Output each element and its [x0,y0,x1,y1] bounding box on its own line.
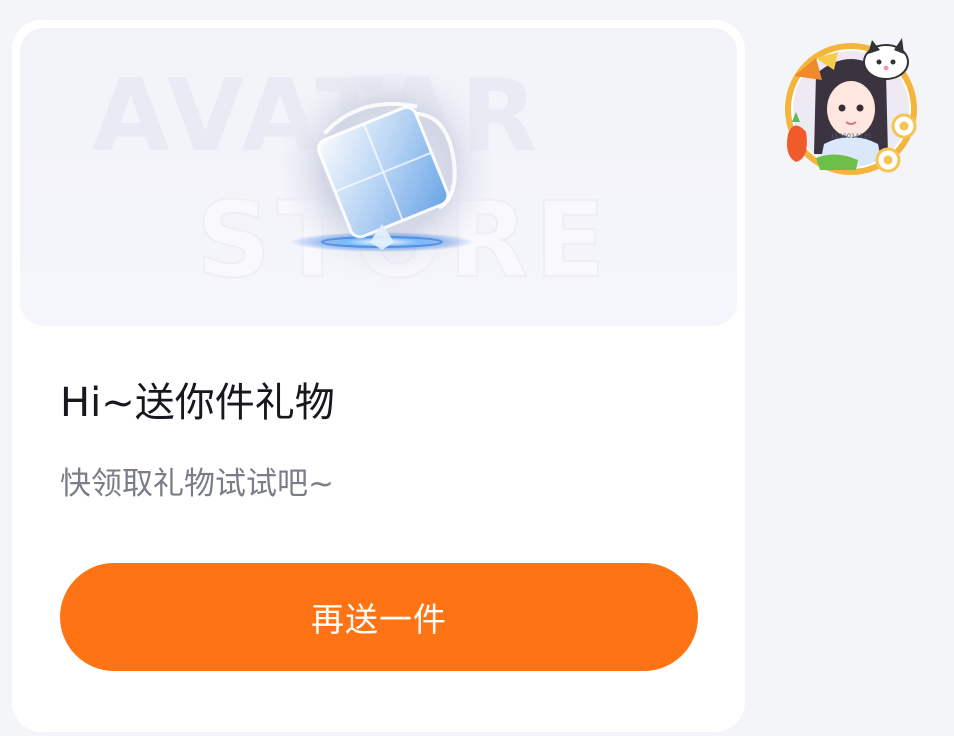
gift-message-subtitle: 快领取礼物试试吧~ [60,466,334,502]
resend-gift-button[interactable]: 再送一件 [60,563,698,671]
avatar-id-text: 1536014135 [830,132,871,140]
gift-banner: AVATAR STORE [20,28,737,326]
gift-item-crystal-cube-icon [282,74,492,284]
gift-message-card[interactable]: AVATAR STORE [12,20,745,732]
gift-sender-avatar-icon[interactable]: 1536014135 [776,34,926,184]
chat-page: AVATAR STORE [0,0,954,736]
gift-message-title: Hi~送你件礼物 [60,380,335,426]
